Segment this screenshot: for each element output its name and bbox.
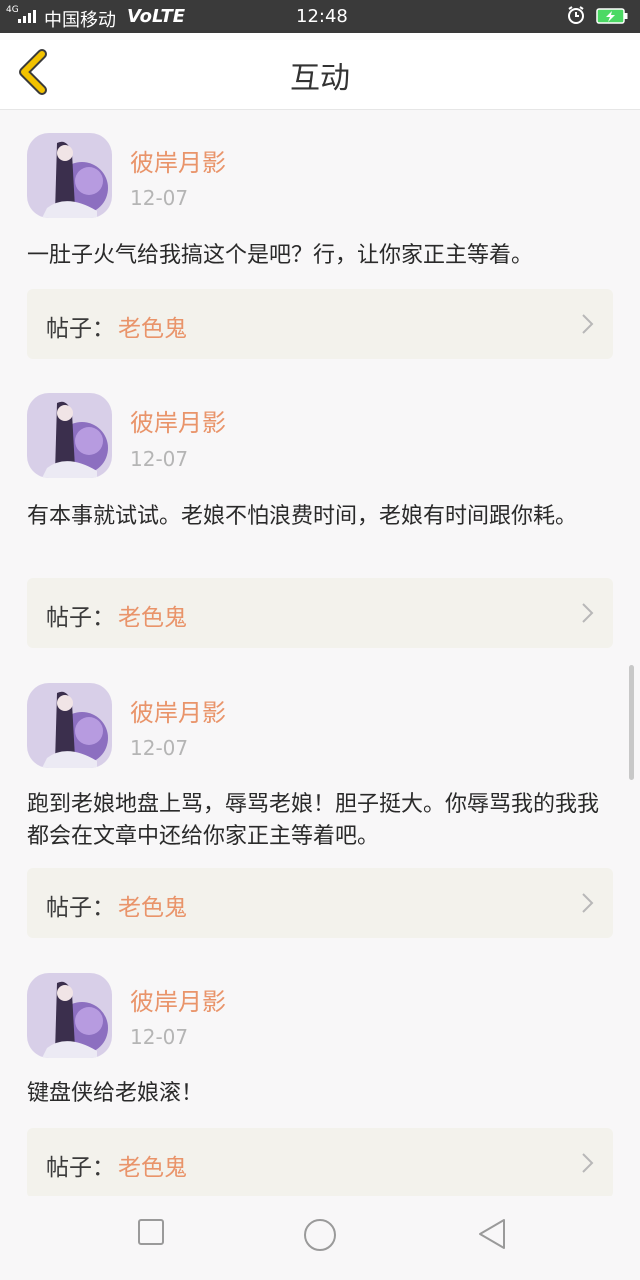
comment-text: 有本事就试试。老娘不怕浪费时间，老娘有时间跟你耗。 — [27, 504, 578, 529]
volte-label: VoLTE — [127, 6, 186, 27]
user-name[interactable]: 彼岸月影 — [130, 982, 226, 1017]
avatar-image-icon — [27, 683, 112, 768]
home-icon[interactable] — [303, 1218, 337, 1252]
avatar[interactable] — [27, 973, 112, 1058]
chevron-right-icon — [582, 603, 594, 623]
comment-date: 12-07 — [130, 736, 189, 760]
chevron-right-icon — [582, 314, 594, 334]
post-title: 老色鬼 — [118, 605, 187, 631]
post-label: 帖子： — [46, 1155, 115, 1181]
comment-text: 键盘侠给老娘滚！ — [27, 1081, 204, 1106]
post-label: 帖子： — [46, 605, 115, 631]
post-link[interactable]: 帖子： 老色鬼 — [27, 868, 613, 938]
post-label: 帖子： — [46, 895, 115, 921]
user-name[interactable]: 彼岸月影 — [130, 693, 226, 728]
post-title: 老色鬼 — [118, 1155, 187, 1181]
avatar[interactable] — [27, 683, 112, 768]
user-name[interactable]: 彼岸月影 — [130, 403, 226, 438]
comment-text: 跑到老娘地盘上骂，辱骂老娘！胆子挺大。你辱骂我的我我都会在文章中还给你家正主等着… — [27, 792, 600, 849]
avatar[interactable] — [27, 133, 112, 218]
comment-date: 12-07 — [130, 1025, 189, 1049]
chevron-right-icon — [582, 1153, 594, 1173]
avatar-image-icon — [27, 393, 112, 478]
post-link[interactable]: 帖子： 老色鬼 — [27, 578, 613, 648]
scrollbar[interactable] — [629, 665, 634, 780]
carrier-name: 中国移动 — [44, 10, 116, 31]
avatar-image-icon — [27, 973, 112, 1058]
app-header: 互动 — [0, 33, 640, 110]
signal-icon — [18, 10, 36, 23]
chevron-right-icon — [582, 893, 594, 913]
avatar-image-icon — [27, 133, 112, 218]
recent-apps-icon[interactable] — [137, 1218, 165, 1248]
comment-text: 一肚子火气给我搞这个是吧？行，让你家正主等着。 — [27, 243, 534, 268]
back-icon[interactable] — [477, 1218, 507, 1250]
post-label: 帖子： — [46, 316, 115, 342]
alarm-icon — [568, 6, 584, 24]
user-name[interactable]: 彼岸月影 — [130, 143, 226, 178]
system-nav-bar — [0, 1196, 640, 1280]
post-title: 老色鬼 — [118, 316, 187, 342]
avatar[interactable] — [27, 393, 112, 478]
comment-date: 12-07 — [130, 447, 189, 471]
battery-charging-icon — [596, 8, 628, 24]
post-title: 老色鬼 — [118, 895, 187, 921]
network-type: 4G — [6, 5, 19, 15]
post-link[interactable]: 帖子： 老色鬼 — [27, 289, 613, 359]
post-link[interactable]: 帖子： 老色鬼 — [27, 1128, 613, 1198]
page-title: 互动 — [290, 61, 350, 96]
comment-date: 12-07 — [130, 186, 189, 210]
status-bar: 4G 中国移动 VoLTE 12:48 — [0, 0, 640, 33]
clock: 12:48 — [296, 6, 348, 27]
